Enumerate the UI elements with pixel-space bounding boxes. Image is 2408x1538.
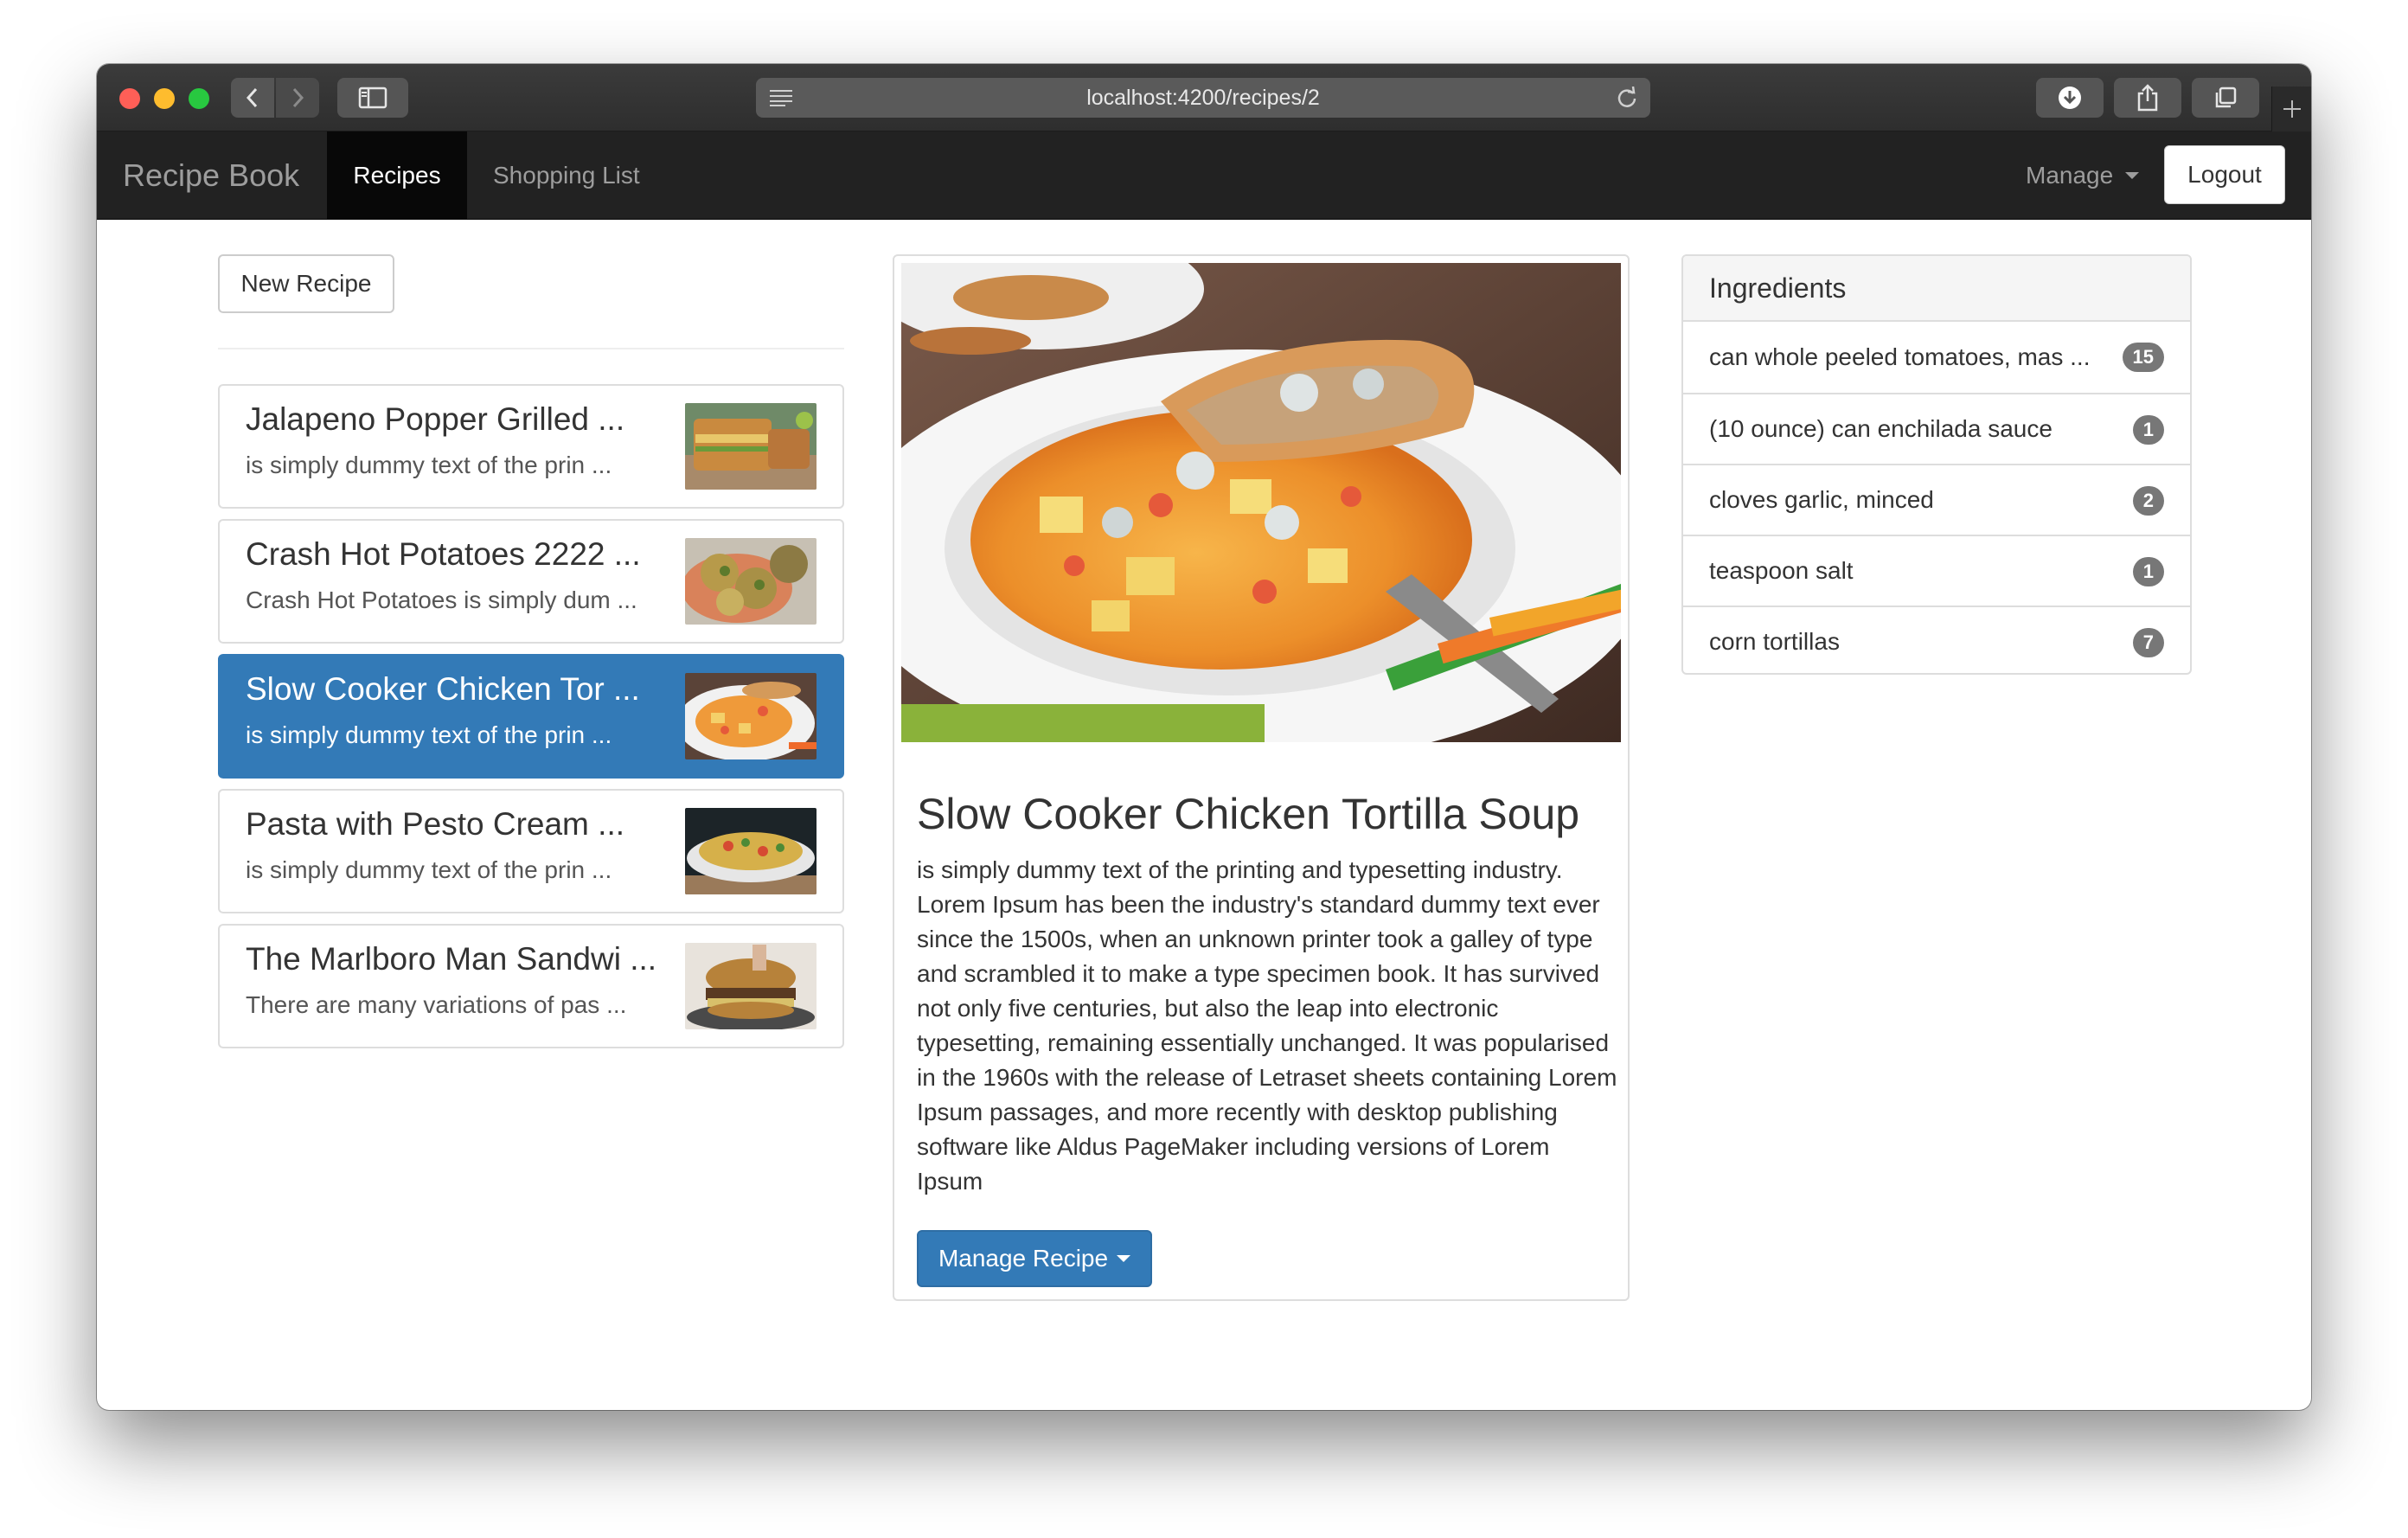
chevron-right-icon [292,87,304,108]
plus-icon [2283,100,2301,118]
browser-window: localhost:4200/recipes/2 Recipe Book Rec… [97,64,2311,1410]
new-recipe-button[interactable]: New Recipe [218,254,394,313]
ingredient-amount-badge: 2 [2132,486,2164,516]
recipe-thumbnail [685,673,817,759]
new-tab-button[interactable] [2271,87,2311,131]
recipe-thumbnail [685,403,817,490]
recipe-name: Slow Cooker Chicken Tor ... [246,671,640,707]
address-bar[interactable]: localhost:4200/recipes/2 [756,78,1650,118]
ingredient-item: teaspoon salt 1 [1683,535,2190,606]
caret-down-icon [1117,1255,1131,1262]
reader-icon[interactable] [768,88,794,107]
ingredient-item: (10 ounce) can enchilada sauce 1 [1683,393,2190,464]
ingredient-name: teaspoon salt [1709,557,1854,584]
browser-titlebar: localhost:4200/recipes/2 [97,64,2311,131]
recipe-description: is simply dummy text of the prin ... [246,856,612,883]
sidebar-toggle-button[interactable] [337,78,408,118]
recipe-thumbnail [685,943,817,1029]
ingredient-name: can whole peeled tomatoes, mas ... [1709,343,2091,370]
ingredient-name: (10 ounce) can enchilada sauce [1709,415,2053,442]
recipe-description: Crash Hot Potatoes is simply dum ... [246,586,637,613]
recipe-image [901,263,1621,742]
nav-recipes[interactable]: Recipes [327,131,467,220]
recipe-description-text: is simply dummy text of the printing and… [917,856,1617,1195]
app-navbar: Recipe Book Recipes Shopping List Manage… [97,131,2311,220]
recipe-list-item-active[interactable]: Slow Cooker Chicken Tor ... is simply du… [218,654,844,779]
ingredient-name: cloves garlic, minced [1709,486,1934,513]
ingredient-item: corn tortillas 7 [1683,606,2190,673]
recipe-description: is simply dummy text of the prin ... [246,452,612,478]
ingredients-heading: Ingredients [1683,256,2190,322]
recipe-description: is simply dummy text of the prin ... [246,721,612,748]
recipe-list-item[interactable]: Pasta with Pesto Cream ... is simply dum… [218,789,844,913]
ingredient-amount-badge: 7 [2132,628,2164,657]
sidebar-icon [358,87,387,109]
nav-shopping-list[interactable]: Shopping List [493,131,640,220]
divider [218,348,844,349]
ingredients-panel: Ingredients can whole peeled tomatoes, m… [1681,254,2192,675]
recipe-thumbnail [685,538,817,625]
manage-dropdown-label: Manage [2026,162,2114,189]
downloads-button[interactable] [2036,78,2104,118]
ingredient-amount-badge: 1 [2132,557,2164,586]
recipe-name: Pasta with Pesto Cream ... [246,806,625,842]
close-window-button[interactable] [119,88,140,109]
chevron-left-icon [246,87,258,108]
forward-button[interactable] [276,78,319,118]
ingredient-item: can whole peeled tomatoes, mas ... 15 [1683,322,2190,393]
ingredient-amount-badge: 1 [2132,415,2164,445]
recipe-description: There are many variations of pas ... [246,991,627,1018]
ingredient-item: cloves garlic, minced 2 [1683,464,2190,535]
recipe-list-item[interactable]: Crash Hot Potatoes 2222 ... Crash Hot Po… [218,519,844,644]
zoom-window-button[interactable] [189,88,209,109]
back-button[interactable] [231,78,274,118]
download-icon [2059,87,2081,109]
recipe-title: Slow Cooker Chicken Tortilla Soup [917,790,1580,838]
logout-button[interactable]: Logout [2164,145,2285,204]
caret-down-icon [2125,172,2140,179]
share-icon [2137,84,2158,112]
recipe-list-item[interactable]: The Marlboro Man Sandwi ... There are ma… [218,924,844,1048]
recipe-thumbnail [685,808,817,894]
manage-dropdown[interactable]: Manage [2026,131,2140,220]
recipe-name: The Marlboro Man Sandwi ... [246,941,657,977]
manage-recipe-button[interactable]: Manage Recipe [917,1230,1152,1287]
ingredient-amount-badge: 15 [2122,343,2164,372]
tab-overview-button[interactable] [2192,78,2259,118]
recipe-name: Crash Hot Potatoes 2222 ... [246,536,641,572]
manage-recipe-label: Manage Recipe [938,1245,1109,1272]
tabs-icon [2215,87,2237,108]
share-button[interactable] [2114,78,2181,118]
recipe-list-item[interactable]: Jalapeno Popper Grilled ... is simply du… [218,384,844,509]
minimize-window-button[interactable] [154,88,175,109]
recipe-detail-card: Slow Cooker Chicken Tortilla Soup is sim… [893,254,1630,1301]
recipe-name: Jalapeno Popper Grilled ... [246,401,625,437]
brand-link[interactable]: Recipe Book [123,131,299,220]
reload-icon[interactable] [1616,87,1638,109]
address-text: localhost:4200/recipes/2 [1086,85,1320,110]
ingredient-name: corn tortillas [1709,628,1840,655]
